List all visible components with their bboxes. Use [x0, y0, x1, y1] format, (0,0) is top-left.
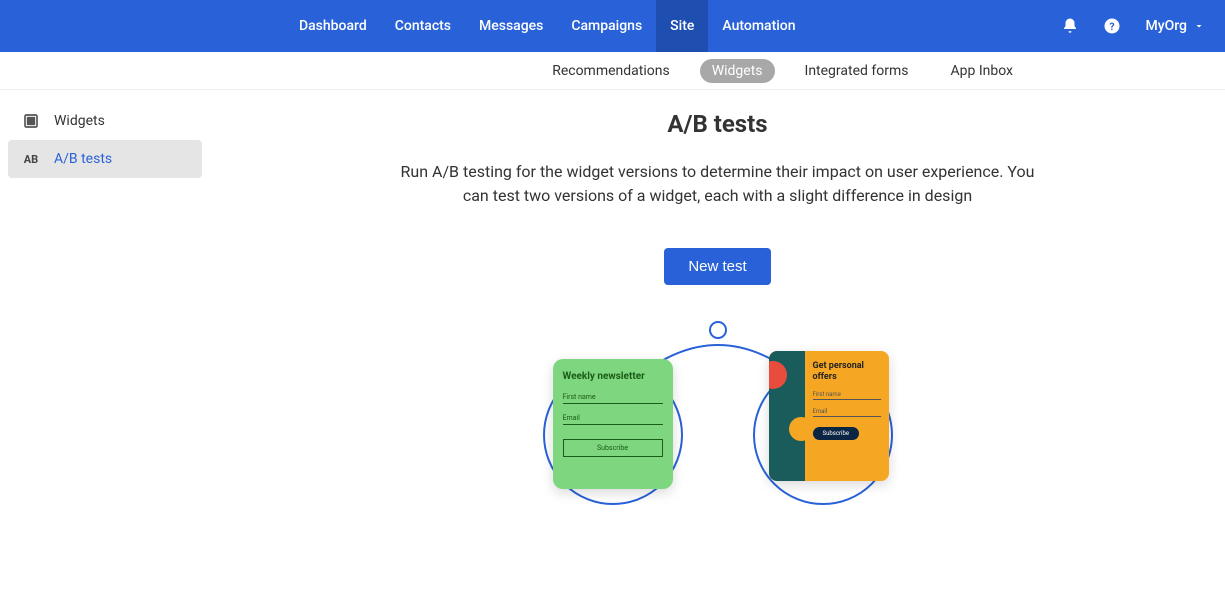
org-switcher[interactable]: MyOrg: [1145, 18, 1205, 34]
card-a-field1: First name: [563, 393, 663, 404]
nav-dashboard[interactable]: Dashboard: [285, 0, 381, 52]
help-icon[interactable]: ?: [1103, 17, 1121, 35]
sidebar: Widgets AB A/B tests: [0, 90, 210, 598]
variant-a-circle: Weekly newsletter First name Email Subsc…: [543, 365, 683, 505]
widget-icon: [22, 112, 40, 130]
card-a-button: Subscribe: [563, 439, 663, 457]
variant-a-card: Weekly newsletter First name Email Subsc…: [553, 359, 673, 489]
subtab-app-inbox[interactable]: App Inbox: [938, 59, 1025, 83]
card-b-decoration: [769, 351, 805, 481]
top-navbar: Dashboard Contacts Messages Campaigns Si…: [0, 0, 1225, 52]
card-b-field1: First name: [813, 391, 881, 400]
card-a-field2: Email: [563, 414, 663, 425]
ab-icon: AB: [22, 150, 40, 168]
bell-icon[interactable]: [1061, 17, 1079, 35]
chevron-down-icon: [1193, 20, 1205, 32]
new-test-button[interactable]: New test: [664, 248, 770, 285]
subtab-recommendations[interactable]: Recommendations: [540, 59, 682, 83]
card-b-field2: Email: [813, 408, 881, 417]
sidebar-item-label: A/B tests: [54, 151, 112, 167]
page-title: A/B tests: [270, 110, 1165, 138]
card-b-button: Subscribe: [813, 427, 860, 440]
page-description: Run A/B testing for the widget versions …: [388, 160, 1048, 208]
nav-site[interactable]: Site: [656, 0, 708, 52]
main-content: A/B tests Run A/B testing for the widget…: [210, 90, 1225, 598]
svg-text:?: ?: [1110, 20, 1115, 33]
nav-messages[interactable]: Messages: [465, 0, 557, 52]
nav-items: Dashboard Contacts Messages Campaigns Si…: [285, 0, 810, 52]
org-label: MyOrg: [1145, 18, 1187, 34]
nav-automation[interactable]: Automation: [708, 0, 809, 52]
nav-campaigns[interactable]: Campaigns: [557, 0, 656, 52]
sidebar-item-widgets[interactable]: Widgets: [8, 102, 202, 140]
subtab-integrated-forms[interactable]: Integrated forms: [793, 59, 921, 83]
card-b-title: Get personal offers: [813, 361, 881, 383]
variant-b-circle: Get personal offers First name Email Sub…: [753, 365, 893, 505]
sidebar-item-ab-tests[interactable]: AB A/B tests: [8, 140, 202, 178]
sidebar-item-label: Widgets: [54, 113, 105, 129]
card-a-title: Weekly newsletter: [563, 371, 663, 383]
variant-b-card: Get personal offers First name Email Sub…: [769, 351, 889, 481]
subtabs: Recommendations Widgets Integrated forms…: [0, 52, 1225, 90]
subtab-widgets[interactable]: Widgets: [700, 59, 775, 83]
nav-contacts[interactable]: Contacts: [381, 0, 465, 52]
ab-illustration: Weekly newsletter First name Email Subsc…: [270, 315, 1165, 555]
